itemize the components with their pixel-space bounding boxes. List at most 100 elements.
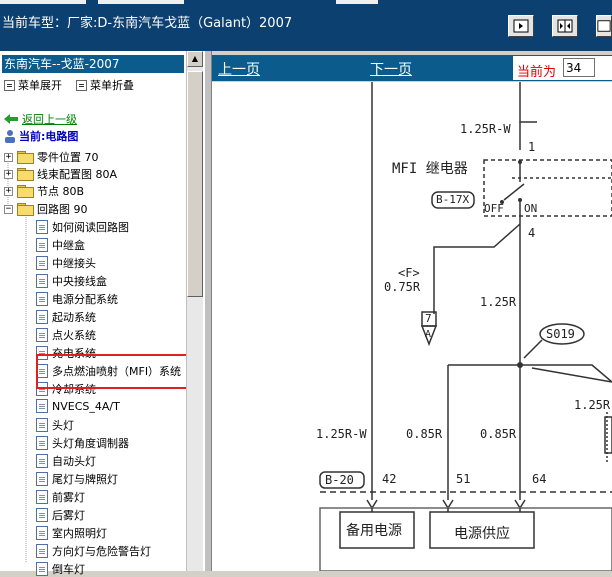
pin-number: 64 (532, 472, 547, 486)
doc-item[interactable]: 起动系统 (36, 309, 96, 325)
doc-label: 头灯角度调制器 (52, 437, 129, 450)
double-page-button[interactable] (552, 15, 578, 37)
top-strip (336, 0, 378, 4)
document-icon (36, 490, 48, 504)
folder-label: 线束配置图 80A (37, 168, 118, 181)
wire-label: 1.25R-W (460, 122, 511, 136)
doc-item[interactable]: 电源分配系统 (36, 291, 118, 307)
user-icon (5, 130, 15, 143)
doc-item[interactable]: 中继接头 (36, 255, 96, 271)
back-link[interactable]: 返回上一级 (4, 111, 77, 127)
doc-item[interactable]: 如何阅读回路图 (36, 219, 129, 235)
folder-icon (17, 185, 34, 198)
doc-item[interactable]: 中央接线盒 (36, 273, 107, 289)
doc-item[interactable]: NVECS_4A/T (36, 399, 120, 413)
single-page-icon (513, 19, 529, 33)
current-page-box: 当前为 (513, 56, 612, 80)
doc-item[interactable]: 后雾灯 (36, 507, 85, 523)
open-folder-icon (17, 203, 34, 216)
document-icon (36, 454, 48, 468)
pin-number: 51 (456, 472, 471, 486)
document-icon (36, 328, 48, 342)
doc-item[interactable]: 头灯 (36, 417, 74, 433)
prev-page-link[interactable]: 上一页 (218, 59, 260, 79)
menu-expand-button[interactable]: 菜单展开 (4, 77, 62, 93)
current-page-label: 当前为 (517, 65, 557, 80)
double-page-icon (557, 19, 573, 33)
wire-label: 1.25R (480, 295, 517, 309)
doc-label: 如何阅读回路图 (52, 221, 129, 234)
collapse-icon (76, 79, 87, 91)
current-page-input[interactable] (563, 58, 595, 77)
wire-label: 0.75R (384, 280, 421, 294)
splice-label: S019 (546, 327, 575, 341)
collapse-minus-icon[interactable]: − (4, 204, 13, 214)
pin-label: 4 (528, 226, 536, 240)
doc-label: 室内照明灯 (52, 527, 107, 540)
connector-pin: 7 (425, 312, 432, 325)
menu-controls: 菜单展开 菜单折叠 (4, 77, 134, 93)
doc-item[interactable]: 中继盒 (36, 237, 85, 253)
connector-tag: B-20 (325, 473, 354, 487)
document-icon (36, 418, 48, 432)
folder-circuit-diagrams[interactable]: − 回路图 90 (4, 201, 88, 217)
doc-label: 倒车灯 (52, 563, 85, 576)
doc-label: 自动头灯 (52, 455, 96, 468)
next-page-link[interactable]: 下一页 (370, 59, 412, 79)
folder-harness-layout[interactable]: + 线束配置图 80A (4, 166, 117, 182)
doc-item[interactable]: 前雾灯 (36, 489, 85, 505)
doc-label: NVECS_4A/T (52, 399, 120, 413)
circuit-diagram: 1.25R-W 1 MFI 继电器 B-17X OFF ON 4 <F> 0.7… (212, 82, 612, 571)
sidebar-scrollbar[interactable]: ▲ (186, 51, 203, 571)
top-strip (98, 0, 184, 4)
doc-label: 点火系统 (52, 329, 96, 342)
switch-off-label: OFF (484, 202, 504, 215)
document-icon (36, 220, 48, 234)
single-page-button[interactable] (508, 15, 534, 37)
document-icon (36, 526, 48, 540)
doc-item[interactable]: 自动头灯 (36, 453, 96, 469)
pin-label: 1 (528, 140, 536, 154)
document-icon (36, 292, 48, 306)
doc-label: 头灯 (52, 419, 74, 432)
power-supply-label: 电源供应 (454, 526, 510, 542)
doc-item[interactable]: 头灯角度调制器 (36, 435, 129, 451)
back-link-label: 返回上一级 (22, 113, 77, 126)
relay-label: MFI 继电器 (392, 161, 468, 177)
doc-item[interactable]: 倒车灯 (36, 561, 85, 577)
doc-item[interactable]: 室内照明灯 (36, 525, 107, 541)
doc-item[interactable]: 方向灯与危险警告灯 (36, 543, 151, 559)
folder-nodes[interactable]: + 节点 80B (4, 183, 84, 199)
fit-page-icon (597, 20, 611, 32)
doc-label: 电源分配系统 (52, 293, 118, 306)
doc-item[interactable]: 尾灯与牌照灯 (36, 471, 118, 487)
scroll-thumb[interactable] (187, 71, 203, 297)
folder-label: 零件位置 70 (37, 151, 99, 164)
doc-label: 前雾灯 (52, 491, 85, 504)
document-icon (36, 256, 48, 270)
document-icon (36, 310, 48, 324)
document-icon (36, 274, 48, 288)
wire-label: 1.25R-W (316, 427, 367, 441)
document-icon (36, 508, 48, 522)
menu-expand-label: 菜单展开 (18, 79, 62, 92)
document-icon (36, 238, 48, 252)
current-location-label: 当前:电路图 (19, 130, 79, 143)
expand-plus-icon[interactable]: + (4, 169, 13, 179)
panel-splitter[interactable] (204, 51, 212, 571)
wire-label: 0.85R (480, 427, 517, 441)
doc-label: 中继盒 (52, 239, 85, 252)
expand-plus-icon[interactable]: + (4, 152, 13, 162)
expand-plus-icon[interactable]: + (4, 186, 13, 196)
folder-parts-location[interactable]: + 零件位置 70 (4, 149, 99, 165)
menu-collapse-button[interactable]: 菜单折叠 (76, 77, 134, 93)
switch-on-label: ON (524, 202, 538, 215)
fit-page-button[interactable] (596, 15, 612, 37)
pin-number: 42 (382, 472, 397, 486)
backup-power-label: 备用电源 (346, 523, 402, 539)
selection-highlight (36, 354, 196, 389)
scroll-up-arrow-icon[interactable]: ▲ (187, 51, 203, 67)
doc-label: 中央接线盒 (52, 275, 107, 288)
folder-icon (17, 168, 34, 181)
doc-item[interactable]: 点火系统 (36, 327, 96, 343)
